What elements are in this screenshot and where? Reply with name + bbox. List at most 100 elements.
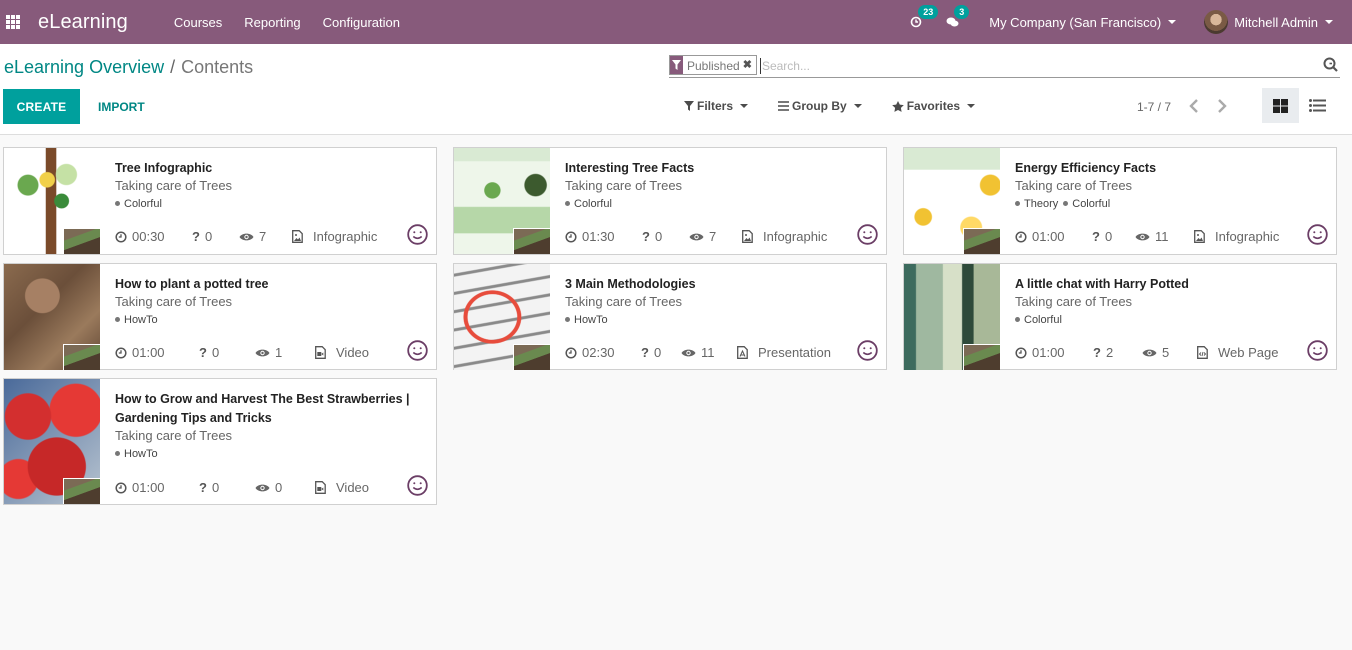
slide-title: Interesting Tree Facts xyxy=(565,161,695,175)
messages-button[interactable]: 3 xyxy=(946,5,970,28)
views-stat: 5 xyxy=(1142,345,1197,360)
slide-type-label: Infographic xyxy=(313,229,378,244)
pager-previous-button[interactable] xyxy=(1189,99,1199,114)
company-switcher[interactable]: My Company (San Francisco) xyxy=(989,15,1177,30)
clock-icon xyxy=(1015,230,1027,243)
apps-menu-button[interactable] xyxy=(0,0,36,44)
kanban-card[interactable]: Interesting Tree Facts Taking care of Tr… xyxy=(453,147,887,255)
questions-value: 2 xyxy=(1105,345,1114,360)
slide-stats: 00:30 ? 0 7 Infographic xyxy=(115,229,435,244)
kanban-card[interactable]: A little chat with Harry Potted Taking c… xyxy=(903,263,1337,370)
slide-type-label: Infographic xyxy=(1215,229,1280,244)
course-mini-thumbnail xyxy=(963,344,1000,370)
chevron-left-icon xyxy=(1189,99,1198,113)
questions-value: 0 xyxy=(211,345,220,360)
pager-value[interactable]: 1-7 / 7 xyxy=(1137,100,1171,114)
eye-icon xyxy=(1142,349,1157,356)
course-name: Taking care of Trees xyxy=(115,428,233,443)
questions-value: 0 xyxy=(653,345,662,360)
eye-icon xyxy=(689,233,704,240)
duration-stat: 00:30 xyxy=(115,229,192,244)
course-name: Taking care of Trees xyxy=(1015,294,1133,309)
slide-type: Infographic xyxy=(292,229,377,244)
breadcrumb-parent[interactable]: eLearning Overview xyxy=(4,57,164,77)
menu-configuration[interactable]: Configuration xyxy=(323,15,400,30)
slide-stats: 02:30 ? 0 11 Presentation xyxy=(565,345,885,360)
smiley-icon[interactable] xyxy=(1307,224,1328,248)
top-navbar: eLearning Courses Reporting Configuratio… xyxy=(0,0,1352,44)
question-icon: ? xyxy=(1092,229,1100,244)
user-menu[interactable]: Mitchell Admin xyxy=(1204,10,1333,34)
slide-thumbnail xyxy=(454,148,550,254)
bars-icon xyxy=(778,101,790,111)
kanban-card[interactable]: How to plant a potted tree Taking care o… xyxy=(3,263,437,370)
pager-next-button[interactable] xyxy=(1217,99,1227,114)
favorites-dropdown[interactable]: Favorites xyxy=(891,99,976,113)
smiley-icon[interactable] xyxy=(407,224,428,248)
duration-stat: 02:30 xyxy=(565,345,641,360)
facet-remove-icon[interactable]: ✖ xyxy=(743,56,756,74)
questions-value: 0 xyxy=(204,229,213,244)
group-by-label: Group By xyxy=(792,99,847,113)
kanban-card[interactable]: 3 Main Methodologies Taking care of Tree… xyxy=(453,263,887,370)
activities-button[interactable]: 23 xyxy=(910,5,939,28)
clock-icon xyxy=(115,346,127,359)
slide-type: Video xyxy=(315,480,369,495)
import-button[interactable]: IMPORT xyxy=(98,89,145,124)
duration-stat: 01:00 xyxy=(115,345,199,360)
pdf-file-icon xyxy=(737,346,748,359)
smiley-icon[interactable] xyxy=(857,224,878,248)
kanban-card[interactable]: Energy Efficiency Facts Taking care of T… xyxy=(903,147,1337,255)
menu-courses[interactable]: Courses xyxy=(174,15,222,30)
search-input[interactable] xyxy=(759,57,1290,74)
duration-value: 01:00 xyxy=(1032,229,1065,244)
kanban-card[interactable]: How to Grow and Harvest The Best Strawbe… xyxy=(3,378,437,505)
create-button[interactable]: CREATE xyxy=(3,89,80,124)
app-name[interactable]: eLearning xyxy=(38,11,128,34)
course-name: Taking care of Trees xyxy=(1015,178,1133,193)
video-file-icon xyxy=(315,346,326,359)
smiley-icon[interactable] xyxy=(857,340,878,364)
slide-stats: 01:00 ? 0 11 Infographic xyxy=(1015,229,1335,244)
duration-value: 01:00 xyxy=(132,345,165,360)
duration-stat: 01:00 xyxy=(115,480,199,495)
tag-list: HowTo xyxy=(115,314,158,326)
search-options: Filters Group By Favorites xyxy=(684,99,1005,113)
questions-stat: ? 2 xyxy=(1093,345,1142,360)
slide-stats: 01:30 ? 0 7 Infographic xyxy=(565,229,885,244)
question-icon: ? xyxy=(642,229,650,244)
duration-value: 01:00 xyxy=(132,480,165,495)
control-panel: eLearning Overview / Contents CREATE IMPOR… xyxy=(0,44,1352,135)
smiley-icon[interactable] xyxy=(1307,340,1328,364)
views-stat: 1 xyxy=(255,345,315,360)
clock-icon xyxy=(115,481,127,494)
filters-dropdown[interactable]: Filters xyxy=(684,99,749,113)
slide-type: Infographic xyxy=(742,229,827,244)
questions-stat: ? 0 xyxy=(641,345,681,360)
group-by-dropdown[interactable]: Group By xyxy=(778,99,862,113)
breadcrumb-separator: / xyxy=(170,57,176,77)
breadcrumb: eLearning Overview / Contents xyxy=(4,57,253,78)
duration-value: 01:30 xyxy=(582,229,615,244)
user-name: Mitchell Admin xyxy=(1234,14,1318,30)
question-icon: ? xyxy=(192,229,200,244)
duration-value: 00:30 xyxy=(132,229,165,244)
views-value: 7 xyxy=(709,229,717,244)
smiley-icon[interactable] xyxy=(407,340,428,364)
kanban-view-button[interactable] xyxy=(1262,88,1299,123)
views-value: 0 xyxy=(275,480,283,495)
tag: HowTo xyxy=(565,314,608,326)
caret-down-icon xyxy=(740,104,749,108)
search-icon[interactable] xyxy=(1323,57,1338,75)
views-stat: 11 xyxy=(1135,229,1194,244)
clock-icon xyxy=(565,230,577,243)
list-view-button[interactable] xyxy=(1299,88,1336,123)
questions-value: 0 xyxy=(1104,229,1113,244)
menu-reporting[interactable]: Reporting xyxy=(244,15,300,30)
duration-stat: 01:00 xyxy=(1015,345,1093,360)
smiley-icon[interactable] xyxy=(407,475,428,499)
slide-thumbnail xyxy=(4,379,100,504)
kanban-card[interactable]: Tree Infographic Taking care of Trees Co… xyxy=(3,147,437,255)
slide-stats: 01:00 ? 2 5 Web Page xyxy=(1015,345,1335,360)
course-mini-thumbnail xyxy=(963,228,1000,254)
